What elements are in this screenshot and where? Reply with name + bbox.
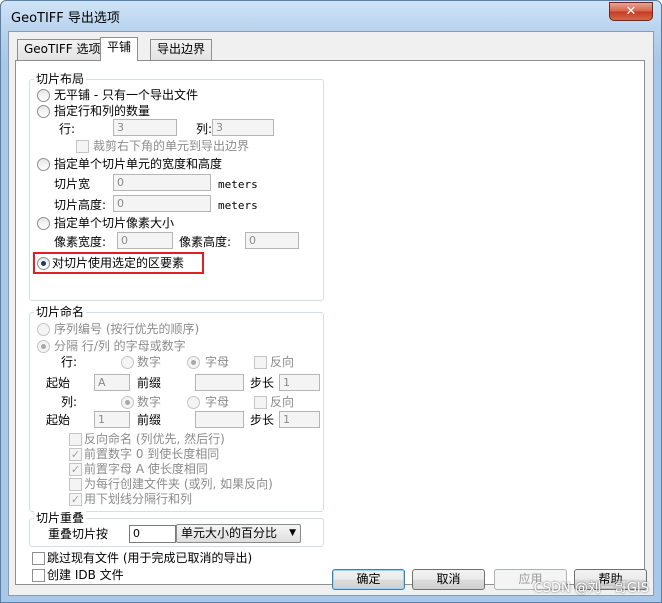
ok-button[interactable]: 确定 [332,569,405,590]
watermark: CSDN @刘一哥GIS [533,581,649,596]
col-prefix-input[interactable] [195,411,244,428]
prefix-number-checkbox[interactable]: ✓ [69,448,82,461]
tile-layout-label: 切片布局 [34,72,87,86]
tile-width-unit: meters [218,178,258,191]
overlap-unit-value: 单元大小的百分比 [181,526,278,540]
folder-per-row-checkbox[interactable] [69,478,82,491]
row-step-label: 步长 [250,376,275,390]
row-prefix-label: 前缀 [137,376,162,390]
tab-tiling[interactable]: 平铺 [100,37,139,61]
col-reverse-checkbox[interactable] [254,396,267,409]
col-number-label: 数字 [137,395,162,409]
row-letter-radio[interactable] [187,356,200,369]
tab-geotiff-options[interactable]: GeoTIFF 选项 [17,39,108,60]
row-naming-label: 行: [61,355,78,369]
chevron-down-icon: ▼ [289,528,296,538]
underscore-checkbox[interactable]: ✓ [69,493,82,506]
col-count-label: 列: [196,122,213,136]
pixel-size-label: 指定单个切片像素大小 [54,216,175,230]
separate-label: 分隔 行/列 的字母或数字 [54,339,186,353]
row-letter-label: 字母 [205,355,230,369]
row-number-label: 数字 [137,355,162,369]
use-selected-label: 对切片使用选定的区要素 [52,256,185,270]
prefix-letter-label: 前置字母 A 使长度相同 [84,462,208,476]
col-reverse-label: 反向 [270,395,295,409]
pixel-height-label: 像素高度: [179,235,232,249]
overlap-unit-select[interactable]: 单元大小的百分比 ▼ [176,524,301,543]
dialog-window: GeoTIFF 导出选项 ✕ GeoTIFF 选项 平铺 导出边界 切片布局 无… [0,0,662,603]
title-bar[interactable]: GeoTIFF 导出选项 ✕ [1,1,661,29]
sequential-label: 序列编号 (按行优先的顺序) [54,322,200,336]
crop-label: 裁剪右下角的单元到导出边界 [93,139,250,153]
col-start-label: 起始 [46,413,71,427]
col-count-input[interactable]: 3 [212,119,274,136]
col-naming-label: 列: [61,395,78,409]
row-prefix-input[interactable] [195,374,244,391]
tile-naming-label: 切片命名 [34,305,87,319]
create-idb-label: 创建 IDB 文件 [47,568,124,582]
tile-overlap-label: 切片重叠 [34,511,87,525]
col-letter-radio[interactable] [187,396,200,409]
col-step-input[interactable]: 1 [279,411,320,428]
reverse-naming-label: 反向命名 (列优先, 然后行) [84,432,225,446]
overlap-input[interactable]: 0 [129,525,176,543]
tile-height-unit: meters [218,199,258,212]
crop-checkbox[interactable] [76,140,89,153]
col-step-label: 步长 [250,413,275,427]
create-idb-checkbox[interactable] [32,569,45,582]
pixel-height-input[interactable]: 0 [245,232,299,249]
underscore-label: 用下划线分隔行和列 [84,492,193,506]
skip-existing-checkbox[interactable] [32,552,45,565]
pixel-width-label: 像素宽度: [54,235,107,249]
separate-radio[interactable] [37,340,50,353]
reverse-naming-checkbox[interactable] [69,433,82,446]
tile-width-input[interactable]: 0 [113,174,211,191]
sequential-radio[interactable] [37,323,50,336]
tile-width-label: 切片宽 [54,177,91,191]
rows-cols-label: 指定行和列的数量 [54,104,151,118]
no-tile-radio[interactable] [37,89,50,102]
tiling-panel: 切片布局 无平铺 - 只有一个导出文件 指定行和列的数量 行: 3 列: 3 裁… [15,60,645,585]
overlap-label: 重叠切片按 [48,527,109,541]
pixel-size-radio[interactable] [37,217,50,230]
folder-per-row-label: 为每行创建文件夹 (或列, 如果反向) [84,477,273,491]
tile-height-label: 切片高度: [54,198,107,212]
rows-cols-radio[interactable] [37,105,50,118]
window-title: GeoTIFF 导出选项 [11,11,120,26]
skip-existing-label: 跳过现有文件 (用于完成已取消的导出) [47,551,253,565]
prefix-letter-checkbox[interactable]: ✓ [69,463,82,476]
cancel-button[interactable]: 取消 [412,569,485,590]
row-start-label: 起始 [46,376,71,390]
col-prefix-label: 前缀 [137,413,162,427]
row-reverse-checkbox[interactable] [254,356,267,369]
dialog-client: GeoTIFF 选项 平铺 导出边界 切片布局 无平铺 - 只有一个导出文件 指… [8,31,654,596]
close-button[interactable]: ✕ [609,2,653,21]
cell-size-radio[interactable] [37,158,50,171]
row-count-input[interactable]: 3 [113,119,177,136]
pixel-width-input[interactable]: 0 [117,232,173,249]
no-tile-label: 无平铺 - 只有一个导出文件 [54,88,198,102]
col-start-input[interactable]: 1 [94,411,130,428]
prefix-number-label: 前置数字 0 到使长度相同 [84,447,220,461]
row-start-input[interactable]: A [94,374,130,391]
cell-size-label: 指定单个切片单元的宽度和高度 [54,157,223,171]
use-selected-radio[interactable] [37,257,50,270]
col-letter-label: 字母 [205,395,230,409]
tile-height-input[interactable]: 0 [113,195,211,212]
row-reverse-label: 反向 [270,355,295,369]
tab-export-bounds[interactable]: 导出边界 [150,39,213,60]
row-step-input[interactable]: 1 [279,374,320,391]
row-count-label: 行: [59,122,76,136]
row-number-radio[interactable] [121,356,134,369]
col-number-radio[interactable] [121,396,134,409]
